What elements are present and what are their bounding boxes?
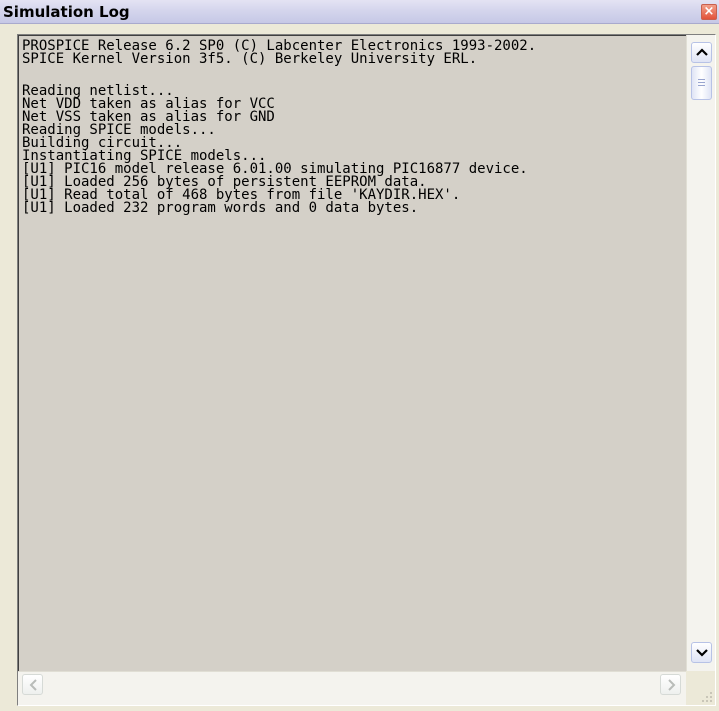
thumb-grip-line — [698, 85, 705, 86]
close-icon[interactable]: × — [701, 4, 717, 20]
scroll-right-button[interactable] — [660, 674, 681, 695]
log-line: [U1] Loaded 232 program words and 0 data… — [22, 200, 419, 216]
thumb-grip-line — [698, 79, 705, 80]
simulation-log-window: Simulation Log × PROSPICE Release 6.2 SP… — [0, 0, 719, 711]
chevron-up-icon — [696, 48, 708, 56]
chevron-down-icon — [696, 649, 708, 657]
horizontal-scrollbar[interactable] — [18, 671, 686, 705]
title-bar[interactable]: Simulation Log × — [0, 0, 719, 24]
scroll-down-button[interactable] — [691, 642, 712, 663]
log-text-area[interactable]: PROSPICE Release 6.2 SP0 (C) Labcenter E… — [18, 35, 686, 671]
window-title: Simulation Log — [3, 3, 130, 21]
chevron-left-icon — [29, 679, 37, 691]
chevron-right-icon — [668, 679, 676, 691]
thumb-grip-line — [698, 82, 705, 83]
log-line: SPICE Kernel Version 3f5. (C) Berkeley U… — [22, 51, 478, 67]
resize-corner[interactable] — [686, 671, 715, 705]
vertical-scroll-thumb[interactable] — [691, 66, 712, 100]
vertical-scrollbar[interactable] — [686, 35, 715, 671]
resize-grip-icon — [702, 692, 712, 702]
scroll-left-button[interactable] — [22, 674, 43, 695]
scroll-up-button[interactable] — [691, 42, 712, 63]
